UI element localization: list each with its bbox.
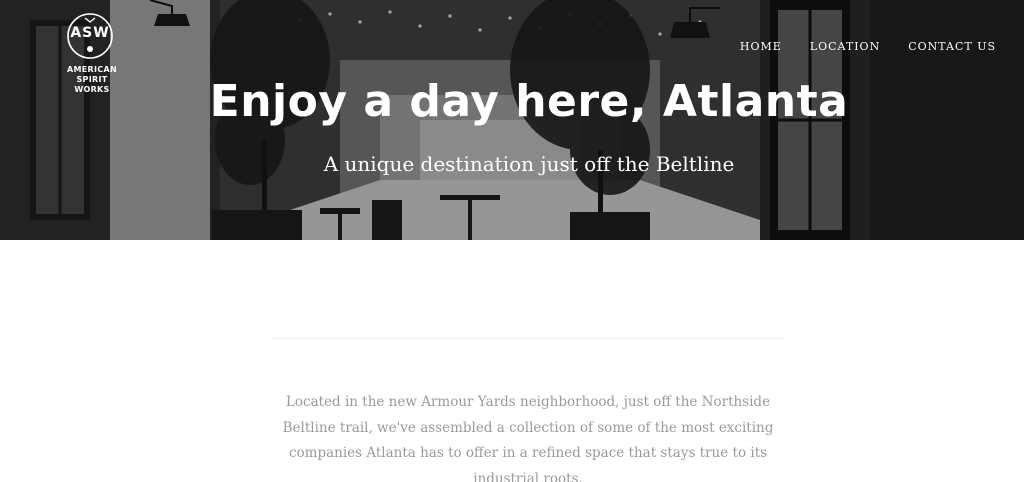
logo-mark: ASW (70, 25, 110, 41)
section-divider (272, 338, 784, 339)
intro-paragraph: Located in the new Armour Yards neighbor… (282, 394, 774, 482)
nav-contact-us-link[interactable]: CONTACT US (908, 40, 996, 54)
hero-banner: ASW AMERICAN SPIRIT WORKS HOME LOCATION … (0, 0, 1024, 240)
hero-subtitle: A unique destination just off the Beltli… (323, 152, 735, 176)
main-nav: HOME LOCATION CONTACT US (740, 40, 996, 54)
logo-text-line1: AMERICAN (67, 65, 117, 74)
hero-title: Enjoy a day here, Atlanta (209, 76, 849, 127)
nav-home-link[interactable]: HOME (740, 40, 782, 54)
nav-location-link[interactable]: LOCATION (810, 40, 880, 54)
